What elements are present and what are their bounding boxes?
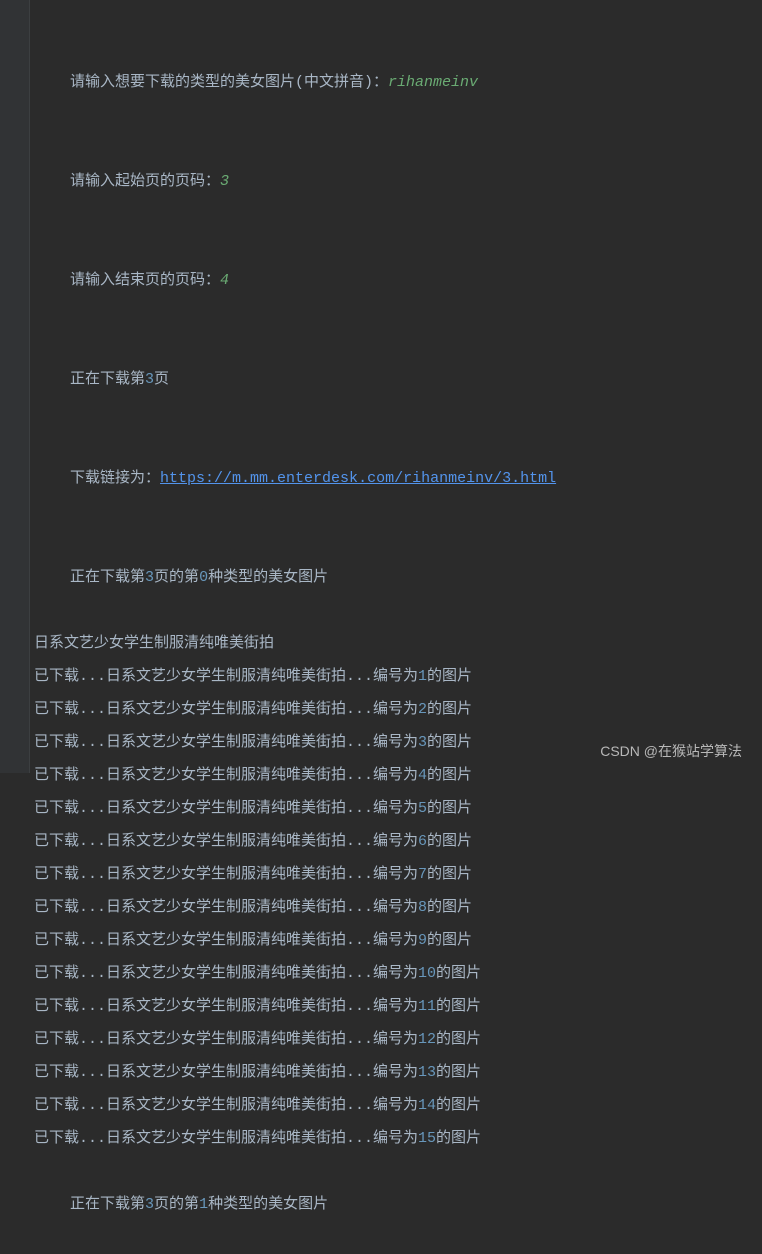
prompt-type-label: 请输入想要下载的类型的美女图片(中文拼音)： xyxy=(70,74,388,91)
text: 已下载...日系文艺少女学生制服清纯唯美街拍...编号为 xyxy=(34,734,418,751)
text: 的图片 xyxy=(427,668,472,685)
text: 已下载...日系文艺少女学生制服清纯唯美街拍...编号为 xyxy=(34,833,418,850)
text: 已下载...日系文艺少女学生制服清纯唯美街拍...编号为 xyxy=(34,800,418,817)
prompt-end-label: 请输入结束页的页码： xyxy=(70,272,220,289)
image-number: 15 xyxy=(418,1130,436,1147)
text: 已下载...日系文艺少女学生制服清纯唯美街拍...编号为 xyxy=(34,866,418,883)
download-item-line: 已下载...日系文艺少女学生制服清纯唯美街拍...编号为1的图片 xyxy=(34,660,762,693)
download-item-line: 已下载...日系文艺少女学生制服清纯唯美街拍...编号为13的图片 xyxy=(34,1056,762,1089)
text: 种类型的美女图片 xyxy=(208,1196,328,1213)
image-number: 11 xyxy=(418,998,436,1015)
text: 的图片 xyxy=(427,932,472,949)
download-item-line: 已下载...日系文艺少女学生制服清纯唯美街拍...编号为9的图片 xyxy=(34,924,762,957)
image-number: 4 xyxy=(418,767,427,784)
download-url-link[interactable]: https://m.mm.enterdesk.com/rihanmeinv/3.… xyxy=(160,470,556,487)
prompt-type-input: rihanmeinv xyxy=(388,74,478,91)
download-item-line: 已下载...日系文艺少女学生制服清纯唯美街拍...编号为8的图片 xyxy=(34,891,762,924)
downloading-page-line: 正在下载第3页 xyxy=(34,330,762,429)
text: 页 xyxy=(154,371,169,388)
prompt-start-line: 请输入起始页的页码：3 xyxy=(34,132,762,231)
watermark: CSDN @在猴站学算法 xyxy=(600,741,742,761)
text: 的图片 xyxy=(427,866,472,883)
image-number: 13 xyxy=(418,1064,436,1081)
text: 的图片 xyxy=(427,800,472,817)
download-item-line: 已下载...日系文艺少女学生制服清纯唯美街拍...编号为6的图片 xyxy=(34,825,762,858)
text: 已下载...日系文艺少女学生制服清纯唯美街拍...编号为 xyxy=(34,1031,418,1048)
text: 页的第 xyxy=(154,1196,199,1213)
text: 已下载...日系文艺少女学生制服清纯唯美街拍...编号为 xyxy=(34,965,418,982)
download-item-line: 已下载...日系文艺少女学生制服清纯唯美街拍...编号为5的图片 xyxy=(34,792,762,825)
prompt-start-input: 3 xyxy=(220,173,229,190)
text: 正在下载第 xyxy=(70,569,145,586)
text: 正在下载第 xyxy=(70,1196,145,1213)
text: 已下载...日系文艺少女学生制服清纯唯美街拍...编号为 xyxy=(34,1130,418,1147)
text: 的图片 xyxy=(436,1031,481,1048)
text: 已下载...日系文艺少女学生制服清纯唯美街拍...编号为 xyxy=(34,1097,418,1114)
image-number: 2 xyxy=(418,701,427,718)
image-number: 10 xyxy=(418,965,436,982)
text: 的图片 xyxy=(427,734,472,751)
text: 的图片 xyxy=(436,998,481,1015)
prompt-start-label: 请输入起始页的页码： xyxy=(70,173,220,190)
truncated-line xyxy=(34,0,762,33)
text: 已下载...日系文艺少女学生制服清纯唯美街拍...编号为 xyxy=(34,932,418,949)
download-item-line: 已下载...日系文艺少女学生制服清纯唯美街拍...编号为12的图片 xyxy=(34,1023,762,1056)
album-title-line: 日系文艺少女学生制服清纯唯美街拍 xyxy=(34,627,762,660)
type-number: 0 xyxy=(199,569,208,586)
image-number: 9 xyxy=(418,932,427,949)
page-number: 3 xyxy=(145,371,154,388)
image-number: 3 xyxy=(418,734,427,751)
text: 的图片 xyxy=(427,767,472,784)
text: 的图片 xyxy=(427,899,472,916)
image-number: 5 xyxy=(418,800,427,817)
text: 的图片 xyxy=(436,1064,481,1081)
text: 已下载...日系文艺少女学生制服清纯唯美街拍...编号为 xyxy=(34,701,418,718)
type-number: 1 xyxy=(199,1196,208,1213)
prompt-end-line: 请输入结束页的页码：4 xyxy=(34,231,762,330)
image-number: 14 xyxy=(418,1097,436,1114)
text: 的图片 xyxy=(427,833,472,850)
text: 的图片 xyxy=(436,965,481,982)
page-number: 3 xyxy=(145,1196,154,1213)
text: 页的第 xyxy=(154,569,199,586)
download-item-line: 已下载...日系文艺少女学生制服清纯唯美街拍...编号为15的图片 xyxy=(34,1122,762,1155)
text: 已下载...日系文艺少女学生制服清纯唯美街拍...编号为 xyxy=(34,998,418,1015)
image-number: 1 xyxy=(418,668,427,685)
gutter xyxy=(0,0,30,773)
prompt-type-line: 请输入想要下载的类型的美女图片(中文拼音)：rihanmeinv xyxy=(34,33,762,132)
image-number: 12 xyxy=(418,1031,436,1048)
text: 已下载...日系文艺少女学生制服清纯唯美街拍...编号为 xyxy=(34,767,418,784)
image-number: 7 xyxy=(418,866,427,883)
download-item-line: 已下载...日系文艺少女学生制服清纯唯美街拍...编号为4的图片 xyxy=(34,759,762,792)
download-item-line: 已下载...日系文艺少女学生制服清纯唯美街拍...编号为10的图片 xyxy=(34,957,762,990)
download-link-line: 下载链接为：https://m.mm.enterdesk.com/rihanme… xyxy=(34,429,762,528)
text: 已下载...日系文艺少女学生制服清纯唯美街拍...编号为 xyxy=(34,668,418,685)
console-output[interactable]: 请输入想要下载的类型的美女图片(中文拼音)：rihanmeinv 请输入起始页的… xyxy=(34,0,762,1254)
link-prefix: 下载链接为： xyxy=(70,470,160,487)
download-item-line: 已下载...日系文艺少女学生制服清纯唯美街拍...编号为11的图片 xyxy=(34,990,762,1023)
text: 已下载...日系文艺少女学生制服清纯唯美街拍...编号为 xyxy=(34,899,418,916)
category-line-1: 正在下载第3页的第1种类型的美女图片 xyxy=(34,1155,762,1254)
image-number: 6 xyxy=(418,833,427,850)
download-item-line: 已下载...日系文艺少女学生制服清纯唯美街拍...编号为2的图片 xyxy=(34,693,762,726)
text: 已下载...日系文艺少女学生制服清纯唯美街拍...编号为 xyxy=(34,1064,418,1081)
page-number: 3 xyxy=(145,569,154,586)
category-line-0: 正在下载第3页的第0种类型的美女图片 xyxy=(34,528,762,627)
download-item-line: 已下载...日系文艺少女学生制服清纯唯美街拍...编号为7的图片 xyxy=(34,858,762,891)
text: 的图片 xyxy=(436,1130,481,1147)
text: 的图片 xyxy=(427,701,472,718)
text: 正在下载第 xyxy=(70,371,145,388)
image-number: 8 xyxy=(418,899,427,916)
text: 种类型的美女图片 xyxy=(208,569,328,586)
download-item-line: 已下载...日系文艺少女学生制服清纯唯美街拍...编号为14的图片 xyxy=(34,1089,762,1122)
text: 的图片 xyxy=(436,1097,481,1114)
prompt-end-input: 4 xyxy=(220,272,229,289)
